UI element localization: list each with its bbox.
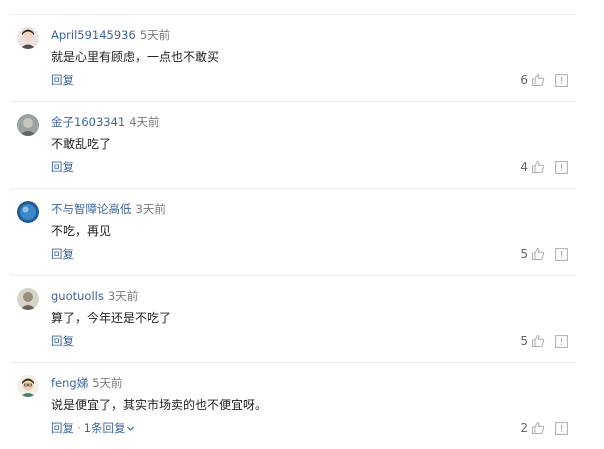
like-count: 6 (520, 73, 528, 87)
report-icon[interactable] (555, 421, 568, 435)
comment-tools: 4 (520, 159, 568, 175)
reply-button[interactable]: 回复 (51, 421, 74, 435)
thumbs-up-icon[interactable] (531, 73, 545, 87)
timestamp: 5天前 (92, 376, 123, 390)
comment-actions: 回复 (51, 333, 74, 349)
comment-actions: 回复 · 1条回复 (51, 420, 135, 436)
view-replies-button[interactable]: 1条回复 (84, 421, 136, 435)
comment-meta: guotuolls 3天前 (51, 288, 138, 304)
avatar[interactable] (17, 288, 39, 310)
thumbs-up-icon[interactable] (531, 247, 545, 261)
thumbs-up-icon[interactable] (531, 421, 545, 435)
comment-text: 不吃，再见 (51, 224, 112, 238)
username[interactable]: 不与智障论高低 (51, 202, 132, 216)
separator-dot: · (77, 421, 81, 435)
avatar[interactable] (17, 27, 39, 49)
timestamp: 4天前 (129, 115, 160, 129)
reply-button[interactable]: 回复 (51, 73, 74, 87)
like-count: 5 (520, 334, 528, 348)
comment-item: April59145936 5天前 就是心里有顾虑，一点也不敢买 回复 6 (0, 15, 604, 102)
comment-meta: 金子1603341 4天前 (51, 114, 160, 130)
comment-item: feng娣 5天前 说是便宜了，其实市场卖的也不便宜呀。 回复 · 1条回复 2 (0, 363, 604, 449)
comment-text: 不敢乱吃了 (51, 137, 112, 151)
thumbs-up-icon[interactable] (531, 160, 545, 174)
chevron-down-icon (126, 424, 135, 433)
comment-item: 不与智障论高低 3天前 不吃，再见 回复 5 (0, 189, 604, 276)
comment-item: guotuolls 3天前 算了，今年还是不吃了 回复 5 (0, 276, 604, 363)
comment-text: 就是心里有顾虑，一点也不敢买 (51, 50, 220, 64)
comment-meta: 不与智障论高低 3天前 (51, 201, 166, 217)
reply-button[interactable]: 回复 (51, 160, 74, 174)
comment-tools: 6 (520, 72, 568, 88)
timestamp: 3天前 (135, 202, 166, 216)
comment-tools: 2 (520, 420, 568, 436)
report-icon[interactable] (555, 334, 568, 348)
comment-tools: 5 (520, 246, 568, 262)
report-icon[interactable] (555, 73, 568, 87)
avatar[interactable] (17, 114, 39, 136)
thumbs-up-icon[interactable] (531, 334, 545, 348)
reply-count-label: 1条回复 (83, 421, 126, 435)
username[interactable]: guotuolls (51, 289, 104, 303)
comment-item: 金子1603341 4天前 不敢乱吃了 回复 4 (0, 102, 604, 189)
like-count: 4 (520, 160, 528, 174)
like-count: 5 (520, 247, 528, 261)
comment-actions: 回复 (51, 246, 74, 262)
comment-actions: 回复 (51, 159, 74, 175)
reply-button[interactable]: 回复 (51, 247, 74, 261)
username[interactable]: 金子1603341 (51, 115, 125, 129)
username[interactable]: April59145936 (51, 28, 136, 42)
timestamp: 5天前 (139, 28, 171, 42)
report-icon[interactable] (555, 247, 568, 261)
timestamp: 3天前 (107, 289, 139, 303)
comment-list: April59145936 5天前 就是心里有顾虑，一点也不敢买 回复 6 金子1… (0, 0, 604, 449)
like-count: 2 (520, 421, 528, 435)
reply-button[interactable]: 回复 (51, 334, 74, 348)
comment-tools: 5 (520, 333, 568, 349)
comment-meta: feng娣 5天前 (51, 375, 123, 391)
avatar[interactable] (17, 375, 39, 397)
comment-text: 说是便宜了，其实市场卖的也不便宜呀。 (51, 398, 268, 412)
comment-actions: 回复 (51, 72, 74, 88)
report-icon[interactable] (555, 160, 568, 174)
username[interactable]: feng娣 (51, 376, 88, 390)
comment-text: 算了，今年还是不吃了 (51, 311, 172, 325)
avatar[interactable] (17, 201, 39, 223)
comment-meta: April59145936 5天前 (51, 27, 170, 43)
